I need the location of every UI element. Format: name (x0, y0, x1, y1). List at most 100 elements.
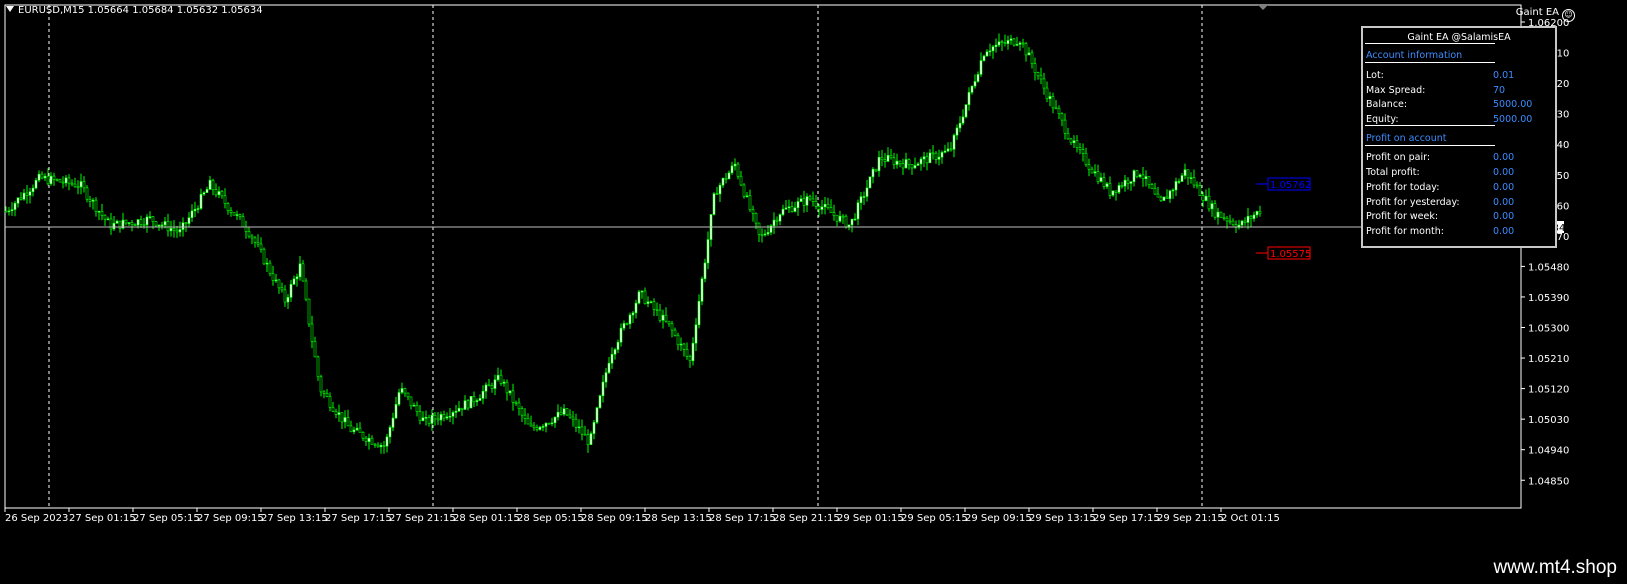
candle-body (1006, 40, 1010, 44)
candle-body (490, 385, 494, 389)
candle-body (535, 427, 539, 430)
candle-body (343, 417, 347, 423)
time-axis-label: 29 Sep 21:15 (1157, 513, 1224, 524)
candle-body (247, 231, 251, 237)
candle-body (925, 156, 929, 164)
candle-body (556, 411, 560, 418)
candle-body (619, 327, 623, 343)
candle-body (457, 407, 461, 412)
candle-body (46, 175, 50, 185)
time-axis-label: 29 Sep 13:15 (1029, 513, 1096, 524)
candle-body (1225, 217, 1229, 222)
candle-body (799, 198, 803, 202)
candle-body (364, 437, 368, 442)
candle-body (643, 290, 647, 304)
candle-body (739, 175, 743, 186)
candle-body (961, 116, 965, 124)
candle-body (685, 349, 689, 357)
price-axis-label: 1.05480 (1528, 262, 1569, 273)
candle-body (208, 179, 212, 190)
candle-body (352, 429, 356, 433)
candle-body (511, 390, 515, 403)
candle-body (850, 218, 854, 226)
candle-body (460, 407, 464, 410)
ea-info-panel: Gaint EA @SalamisEA Account information … (1361, 26, 1557, 248)
chart-window[interactable]: 1.062001.061101.060201.059301.058401.057… (0, 0, 1627, 550)
candle-body (58, 179, 62, 183)
candle-body (1240, 220, 1244, 226)
candle-body (235, 214, 239, 216)
candle-body (1210, 203, 1214, 210)
candle-body (163, 221, 167, 226)
candle-body (607, 362, 611, 373)
candle-body (73, 183, 77, 188)
symbol-quote-text: EURUSD,M15 1.05664 1.05684 1.05632 1.056… (18, 5, 263, 16)
candle-body (1066, 132, 1070, 140)
candle-body (931, 152, 935, 155)
candle-body (421, 417, 425, 421)
time-axis-label: 29 Sep 17:15 (1093, 513, 1160, 524)
candle-body (604, 372, 608, 383)
candle-body (1216, 211, 1220, 218)
candle-body (478, 398, 482, 401)
candle-body (64, 177, 68, 184)
time-axis-label: 27 Sep 17:15 (325, 513, 392, 524)
candle-body (892, 157, 896, 165)
candle-body (307, 298, 311, 325)
candle-body (655, 308, 659, 311)
candle-body (958, 122, 962, 129)
candle-body (1099, 177, 1103, 182)
candle-body (403, 388, 407, 394)
candle-body (301, 263, 305, 282)
candle-body (1156, 193, 1160, 198)
candle-body (904, 159, 908, 169)
candle-body (805, 196, 809, 206)
candle-body (445, 416, 449, 419)
candle-body (505, 381, 509, 394)
candle-body (514, 402, 518, 404)
candle-body (1198, 185, 1202, 196)
candle-body (262, 248, 266, 265)
candle-body (814, 201, 818, 207)
candle-body (226, 203, 230, 211)
candle-body (355, 427, 359, 431)
candle-body (760, 234, 764, 236)
candle-body (985, 51, 989, 57)
chart-menu-triangle-icon[interactable] (6, 6, 14, 12)
candle-body (712, 193, 716, 215)
candle-body (331, 406, 335, 412)
candle-body (70, 182, 74, 185)
candle-body (1039, 75, 1043, 80)
candle-body (970, 85, 974, 93)
candle-body (883, 159, 887, 162)
candle-body (529, 423, 533, 427)
candle-body (427, 417, 431, 424)
time-axis-label: 28 Sep 01:15 (453, 513, 520, 524)
candle-body (988, 50, 992, 53)
candle-body (727, 172, 731, 180)
price-axis-label: 1.04850 (1528, 476, 1569, 487)
time-axis-label: 28 Sep 09:15 (581, 513, 648, 524)
lower-level-label: 1.05575 (1270, 249, 1311, 260)
candle-body (1042, 78, 1046, 89)
candle-body (757, 222, 761, 235)
candle-body (406, 392, 410, 398)
price-axis-label: 1.04940 (1528, 446, 1569, 457)
time-axis-label: 28 Sep 05:15 (517, 513, 584, 524)
candle-body (697, 301, 701, 326)
candle-body (538, 426, 542, 430)
candle-body (841, 215, 845, 218)
ea-badge[interactable]: Gaint EA ☺ (1516, 7, 1575, 22)
candle-body (1171, 189, 1175, 192)
section-profit-on-account: Profit on account (1366, 133, 1447, 144)
candle-body (274, 279, 278, 282)
candle-body (898, 160, 902, 164)
candle-body (313, 340, 317, 358)
candle-body (133, 224, 137, 226)
candle-body (853, 218, 857, 221)
price-axis-label: 1.05210 (1528, 354, 1569, 365)
candle-body (568, 414, 572, 418)
candle-body (13, 202, 17, 210)
profit-yesterday-value: 0.00 (1493, 197, 1515, 208)
symbol-info: EURUSD,M15 1.05664 1.05684 1.05632 1.056… (6, 5, 263, 16)
